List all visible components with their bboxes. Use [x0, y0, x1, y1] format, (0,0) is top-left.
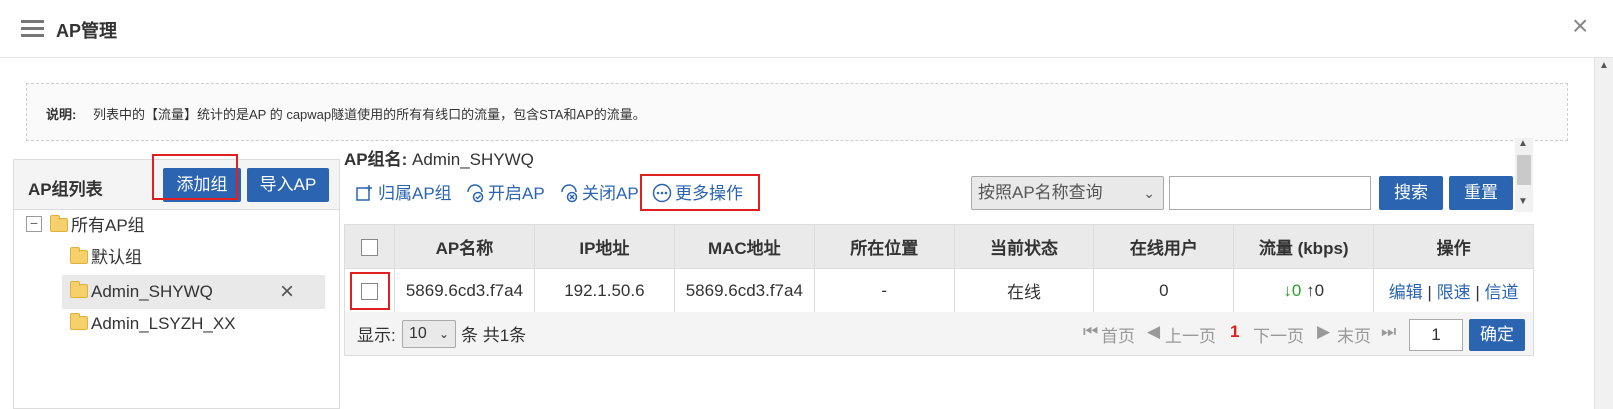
scroll-thumb[interactable]	[1517, 155, 1531, 185]
column-header[interactable]: MAC地址	[673, 224, 815, 269]
prev-page-icon: ◀	[1147, 322, 1161, 341]
first-page-link[interactable]: 首页	[1101, 322, 1135, 347]
tree-item-label: Admin_SHYWQ	[91, 282, 213, 301]
add-group-highlight	[152, 154, 238, 200]
scroll-down-icon[interactable]: ▼	[1518, 196, 1528, 207]
prev-page-link[interactable]: 上一页	[1165, 322, 1216, 347]
page-size-value: 10	[409, 325, 427, 342]
reset-button[interactable]: 重置	[1449, 176, 1513, 210]
ap-group-panel-header: AP组列表 添加组 导入AP	[14, 154, 339, 210]
disable-ap-icon	[561, 184, 578, 203]
enable-ap-button[interactable]: 开启AP	[465, 181, 545, 207]
search-button[interactable]: 搜索	[1379, 176, 1443, 210]
mac-cell: 5869.6cd3.f7a4	[673, 268, 815, 313]
action-separator: |	[1475, 283, 1480, 302]
row-select-cell	[344, 268, 395, 313]
assign-group-button[interactable]: 归属AP组	[355, 181, 452, 207]
folder-icon	[70, 281, 88, 298]
edit-link[interactable]: 编辑	[1389, 283, 1423, 302]
window-scrollbar[interactable]: ▲	[1594, 58, 1613, 409]
online-users-cell: 0	[1093, 268, 1235, 313]
chevron-down-icon: ⌄	[1143, 185, 1155, 201]
group-name-value: Admin_SHYWQ	[412, 150, 534, 169]
ip-cell: 192.1.50.6	[533, 268, 675, 313]
column-header[interactable]: 在线用户	[1093, 224, 1235, 269]
rate-limit-link[interactable]: 限速	[1437, 283, 1471, 302]
tree-item-label: 所有AP组	[71, 216, 145, 235]
chevron-down-icon: ⌄	[438, 327, 449, 341]
column-header[interactable]: 所在位置	[813, 224, 955, 269]
ap-group-panel: AP组列表 添加组 导入AP − 所有AP组 默认组 Admin_SHYWQ ×…	[13, 154, 340, 409]
more-actions-highlight	[640, 174, 760, 211]
total-count: 条 共1条	[461, 326, 527, 345]
tree-item-root[interactable]: 所有AP组	[50, 211, 145, 241]
tree-item-default[interactable]: 默认组	[70, 243, 142, 273]
column-header[interactable]: 当前状态	[953, 224, 1095, 269]
page-title: AP管理	[56, 21, 118, 41]
actions-cell: 编辑 | 限速 | 信道	[1373, 268, 1534, 313]
notice-text: 列表中的【流量】统计的是AP 的 capwap隧道使用的所有有线口的流量，包含S…	[93, 107, 646, 122]
tree-collapse-icon[interactable]: −	[26, 216, 42, 232]
confirm-page-button[interactable]: 确定	[1469, 319, 1525, 351]
delete-group-icon[interactable]: ×	[280, 277, 294, 307]
folder-icon	[50, 215, 68, 232]
current-page[interactable]: 1	[1230, 322, 1239, 342]
tree-item-label: 默认组	[91, 248, 142, 267]
column-header[interactable]: 流量 (kbps)	[1233, 224, 1375, 269]
pagination-bar: 显示: 10 ⌄ 条 共1条 ⏮ 首页 ◀ 上一页 1 下一页 ▶ 末页 ⏭ 1…	[344, 312, 1534, 356]
select-all-cell	[344, 224, 395, 269]
search-type-select[interactable]: 按照AP名称查询 ⌄	[971, 176, 1164, 210]
enable-ap-icon	[467, 184, 484, 203]
folder-icon	[70, 247, 88, 264]
group-name-line: AP组名: Admin_SHYWQ	[344, 145, 534, 170]
page-number-input[interactable]: 1	[1409, 319, 1463, 351]
folder-icon	[70, 313, 88, 330]
table-header-row: AP名称 IP地址 MAC地址 所在位置 当前状态 在线用户 流量 (kbps)…	[344, 224, 1534, 269]
ap-table: AP名称 IP地址 MAC地址 所在位置 当前状态 在线用户 流量 (kbps)…	[344, 224, 1534, 313]
next-page-link[interactable]: 下一页	[1253, 322, 1304, 347]
assign-group-icon	[356, 185, 372, 201]
channel-link[interactable]: 信道	[1484, 283, 1518, 302]
column-header[interactable]: 操作	[1373, 224, 1534, 269]
location-cell: -	[813, 268, 955, 313]
ap-group-list-title: AP组列表	[28, 180, 103, 199]
last-page-link[interactable]: 末页	[1337, 322, 1371, 347]
traffic-cell: ↓0 ↑0	[1233, 268, 1375, 313]
notice-box: 说明: 列表中的【流量】统计的是AP 的 capwap隧道使用的所有有线口的流量…	[26, 83, 1568, 141]
tree-item-label: Admin_LSYZH_XX	[91, 314, 236, 333]
title-bar: AP管理 ×	[0, 0, 1613, 58]
column-header[interactable]: AP名称	[393, 224, 535, 269]
hamburger-menu-icon[interactable]	[21, 20, 44, 38]
next-page-icon: ▶	[1317, 322, 1331, 341]
tree-item-admin-shywq[interactable]: Admin_SHYWQ	[70, 277, 213, 307]
notice-label: 说明:	[46, 107, 77, 122]
disable-ap-label: 关闭AP	[582, 184, 639, 203]
assign-group-label: 归属AP组	[378, 184, 452, 203]
page-size-label: 显示:	[357, 326, 396, 345]
action-separator: |	[1427, 283, 1432, 302]
column-header[interactable]: IP地址	[533, 224, 675, 269]
tree-item-admin-lsyzh[interactable]: Admin_LSYZH_XX	[70, 309, 236, 339]
ap-name-cell: 5869.6cd3.f7a4	[393, 268, 535, 313]
import-ap-button[interactable]: 导入AP	[247, 168, 329, 202]
content-scrollbar[interactable]: ▲ ▼	[1515, 138, 1533, 212]
first-page-icon: ⏮	[1083, 322, 1099, 341]
row-checkbox-highlight	[350, 272, 390, 310]
page-size-select[interactable]: 10 ⌄	[402, 320, 456, 348]
search-input[interactable]	[1169, 176, 1371, 210]
table-row: 5869.6cd3.f7a4 192.1.50.6 5869.6cd3.f7a4…	[344, 268, 1534, 313]
scroll-up-icon[interactable]: ▲	[1599, 60, 1609, 71]
upload-traffic: ↑0	[1306, 280, 1325, 300]
disable-ap-button[interactable]: 关闭AP	[559, 181, 639, 207]
enable-ap-label: 开启AP	[488, 184, 545, 203]
close-icon[interactable]: ×	[1572, 12, 1588, 40]
download-traffic: ↓0	[1283, 280, 1302, 300]
group-name-label: AP组名:	[344, 150, 408, 169]
search-type-value: 按照AP名称查询	[978, 183, 1103, 202]
status-cell: 在线	[953, 268, 1095, 313]
select-all-checkbox[interactable]	[360, 238, 378, 256]
scroll-up-icon[interactable]: ▲	[1518, 138, 1528, 149]
last-page-icon: ⏭	[1381, 322, 1397, 341]
